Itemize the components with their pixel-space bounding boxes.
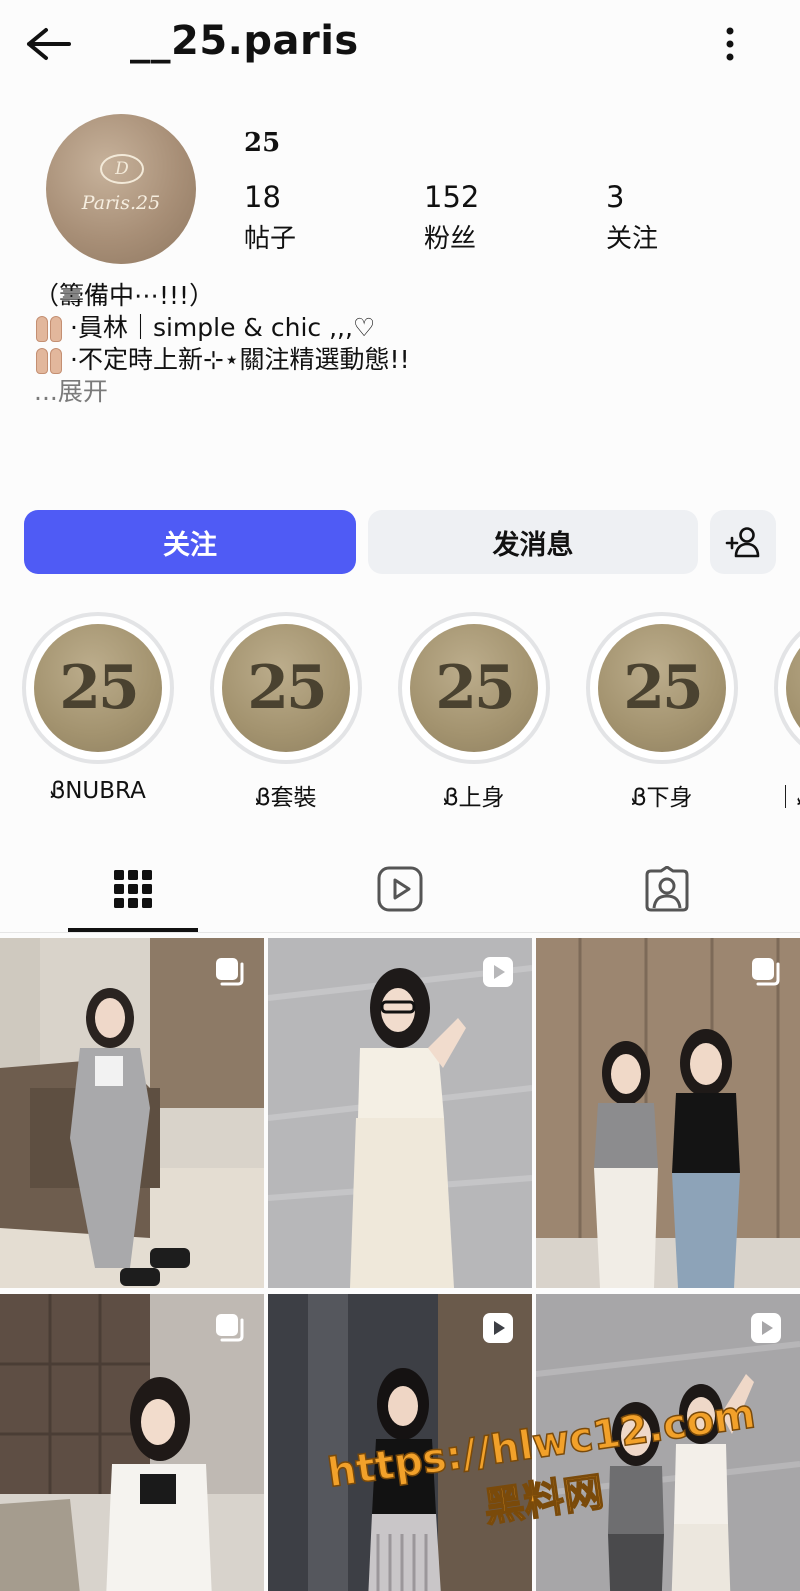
avatar-logo-text: Paris.25 xyxy=(81,192,161,214)
stat-followers-label: 粉丝 xyxy=(424,224,477,254)
profile-bio: （籌備中⋯!!!） ·員林｜simple & chic ,,,♡ ·不定時上新⊹… xyxy=(34,280,410,408)
tab-posts-grid[interactable] xyxy=(68,845,198,933)
stat-followers[interactable]: 152 粉丝 xyxy=(424,180,479,255)
suggest-users-button[interactable] xyxy=(710,510,776,574)
carousel-icon xyxy=(216,1314,244,1342)
stat-following-count: 3 xyxy=(606,180,625,214)
highlight-cover: 25 xyxy=(410,624,538,752)
highlight-cover-ring: 25 xyxy=(774,612,800,764)
play-icon xyxy=(483,1313,513,1343)
highlight-cover-ring: 25 xyxy=(210,612,362,764)
highlight-cover: 25 xyxy=(598,624,726,752)
follow-button[interactable]: 关注 xyxy=(24,510,356,574)
message-button[interactable]: 发消息 xyxy=(368,510,698,574)
highlight-cover-ring: 25 xyxy=(398,612,550,764)
highlight-label: ｜Ᏸ xyxy=(774,785,800,811)
stat-following-label: 关注 xyxy=(606,224,659,254)
reels-icon xyxy=(377,866,423,912)
top-bar: __25.paris xyxy=(0,0,800,90)
play-icon xyxy=(483,957,513,987)
highlight-label: Ᏸ上身 xyxy=(443,785,505,811)
grid-icon xyxy=(114,870,152,908)
add-user-icon xyxy=(725,527,760,558)
bio-line: ·員林｜simple & chic ,,,♡ xyxy=(34,312,410,344)
ballet-shoes-icon xyxy=(34,346,66,374)
display-name: 25 xyxy=(244,128,281,158)
post-thumbnail[interactable] xyxy=(536,938,800,1288)
highlight-cover: 25 xyxy=(222,624,350,752)
carousel-icon xyxy=(752,958,780,986)
highlight-label: Ᏸ套裝 xyxy=(255,785,317,811)
stat-posts[interactable]: 18 帖子 xyxy=(244,180,296,255)
highlight-cover-ring: 25 xyxy=(586,612,738,764)
active-tab-indicator xyxy=(68,928,198,932)
highlight-item[interactable]: 25 Ᏸ上身 xyxy=(398,612,550,812)
arrow-left-icon xyxy=(27,28,71,60)
profile-avatar[interactable]: D Paris.25 xyxy=(46,114,196,264)
highlight-cover: 25 xyxy=(786,624,800,752)
highlight-item-clipped[interactable]: 25 ｜Ᏸ xyxy=(774,612,800,832)
stat-followers-count: 152 xyxy=(424,180,480,214)
back-button[interactable] xyxy=(22,22,74,66)
highlight-cover-ring: 25 xyxy=(22,612,174,764)
post-image xyxy=(536,938,800,1288)
stat-following[interactable]: 3 关注 xyxy=(606,180,658,255)
tagged-icon xyxy=(645,866,689,912)
bio-line-text: ·員林｜simple & chic ,,,♡ xyxy=(70,313,376,342)
profile-tabs xyxy=(0,845,800,933)
more-vertical-icon xyxy=(726,27,734,61)
bio-line: ·不定時上新⊹⋆關注精選動態!! xyxy=(34,344,410,376)
stat-posts-label: 帖子 xyxy=(244,224,297,254)
bio-line: （籌備中⋯!!!） xyxy=(34,281,215,310)
tab-reels[interactable] xyxy=(335,845,465,933)
carousel-icon xyxy=(216,958,244,986)
highlight-label: ᏰNUBRA xyxy=(50,778,146,804)
post-image xyxy=(268,938,532,1288)
bio-expand-link[interactable]: ... 展开 xyxy=(34,376,410,408)
highlight-cover: 25 xyxy=(34,624,162,752)
highlight-item[interactable]: 25 ᏰNUBRA xyxy=(22,612,174,804)
post-thumbnail[interactable] xyxy=(0,1294,264,1591)
profile-username: __25.paris xyxy=(130,18,359,64)
post-thumbnail[interactable] xyxy=(268,938,532,1288)
highlight-item[interactable]: 25 Ᏸ下身 xyxy=(586,612,738,812)
post-image xyxy=(0,938,264,1288)
bio-line-text: ·不定時上新⊹⋆關注精選動態!! xyxy=(70,345,410,374)
highlight-item[interactable]: 25 Ᏸ套裝 xyxy=(210,612,362,812)
post-thumbnail[interactable] xyxy=(0,938,264,1288)
bio-ellipsis: ... xyxy=(34,377,58,406)
more-options-button[interactable] xyxy=(710,22,750,66)
stat-posts-count: 18 xyxy=(244,180,281,214)
tab-tagged[interactable] xyxy=(602,845,732,933)
bio-expand-label: 展开 xyxy=(57,377,108,406)
avatar-monogram: D xyxy=(100,154,144,184)
play-icon xyxy=(751,1313,781,1343)
ballet-shoes-icon xyxy=(34,314,66,342)
highlight-label: Ᏸ下身 xyxy=(631,785,693,811)
